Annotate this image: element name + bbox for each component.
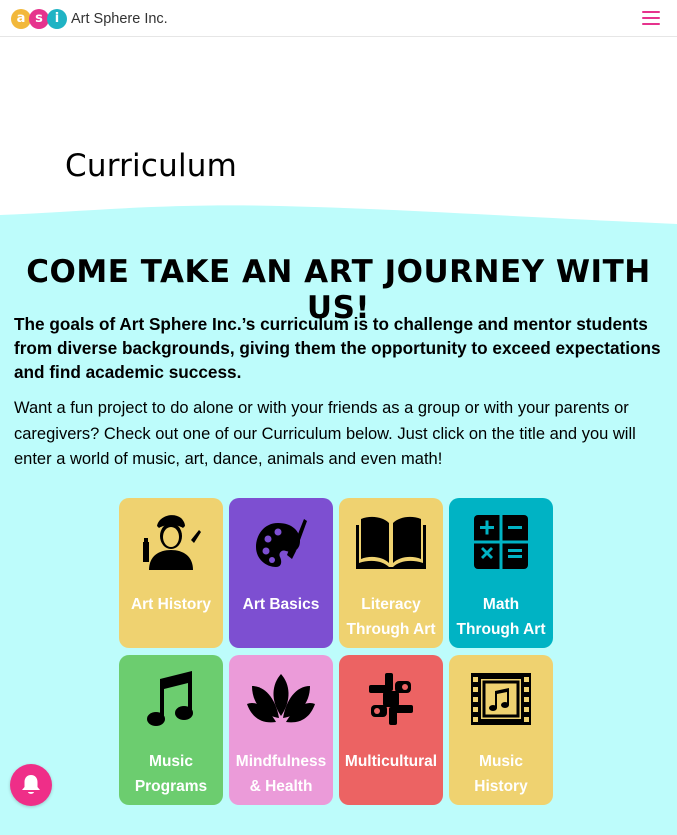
card-label: Multicultural [344,753,438,770]
card-label: Music Programs [134,753,208,795]
calculator-icon [473,510,529,574]
card-multicultural[interactable]: Multicultural [339,655,443,805]
notification-button[interactable] [10,764,52,806]
site-header: a s i Art Sphere Inc. [0,0,677,37]
card-music-history[interactable]: Music History [449,655,553,805]
card-label: Math Through Art [456,596,546,638]
book-icon [355,510,427,574]
card-label: Art History [130,596,212,613]
card-label: Mindfulness & Health [235,753,327,795]
card-label: Music History [474,753,528,795]
logo-letter-i: i [47,8,67,29]
bell-icon [22,775,40,794]
artist-icon [139,510,203,574]
lead-paragraph: The goals of Art Sphere Inc.’s curriculu… [14,314,661,382]
card-label: Art Basics [242,596,320,613]
music-note-icon [146,667,196,731]
card-music-programs[interactable]: Music Programs [119,655,223,805]
logo-letter-a: a [11,8,31,29]
logo[interactable]: a s i Art Sphere Inc. [11,7,168,30]
logo-text: Art Sphere Inc. [71,10,168,27]
card-label: Literacy Through Art [346,596,436,638]
curriculum-grid: Art History Art Basics Literacy Through … [119,498,555,805]
hamburger-icon[interactable] [642,11,660,26]
lotus-icon [246,667,316,731]
film-music-icon [469,667,533,731]
hands-icon [365,667,417,731]
intro-paragraph: Want a fun project to do alone or with y… [14,399,636,468]
card-art-history[interactable]: Art History [119,498,223,648]
card-art-basics[interactable]: Art Basics [229,498,333,648]
palette-icon [254,510,308,574]
card-math-through-art[interactable]: Math Through Art [449,498,553,648]
page-title: Curriculum [65,148,238,184]
card-mindfulness-health[interactable]: Mindfulness & Health [229,655,333,805]
logo-letter-s: s [29,8,49,29]
card-literacy-through-art[interactable]: Literacy Through Art [339,498,443,648]
wave-divider [0,205,677,237]
